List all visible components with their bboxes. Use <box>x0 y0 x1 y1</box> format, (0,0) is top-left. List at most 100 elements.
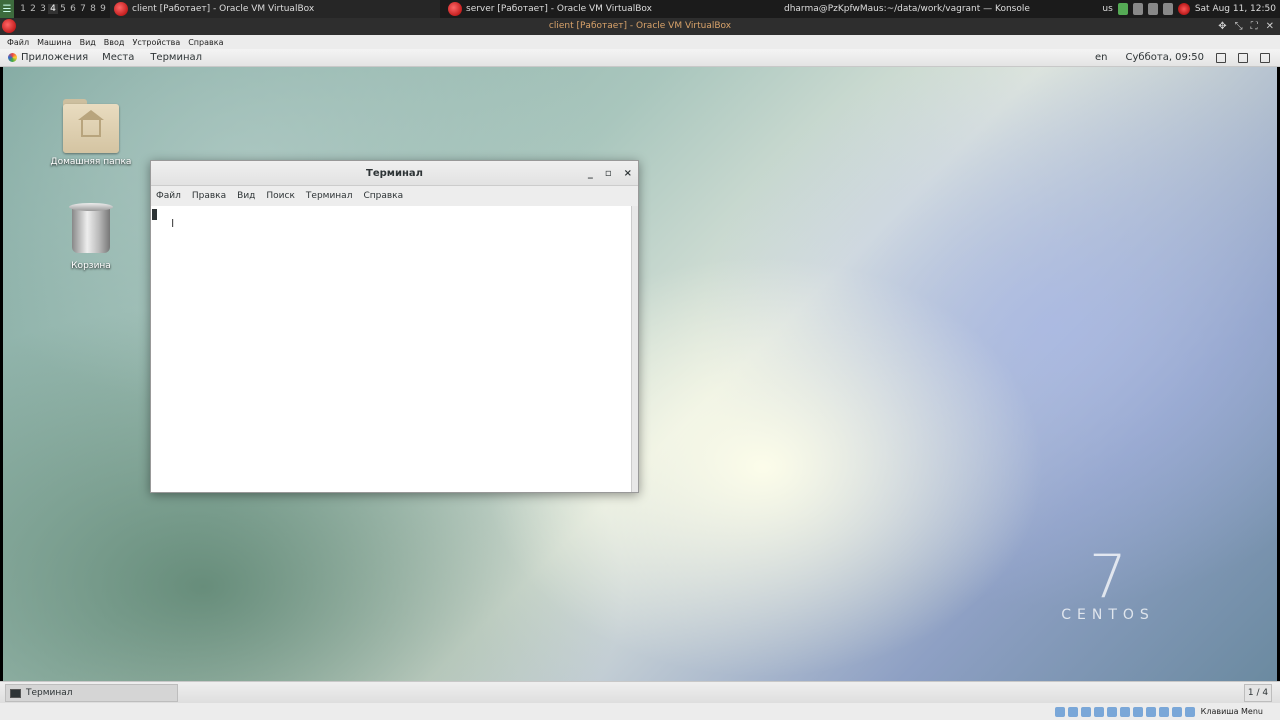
terminal-text-area[interactable]: I <box>151 206 638 492</box>
vbox-menu-file[interactable]: Файл <box>7 38 29 47</box>
host-task-server[interactable]: server [Работает] - Oracle VM VirtualBox <box>444 0 774 18</box>
gnome-clock[interactable]: Суббота, 09:50 <box>1126 52 1204 63</box>
settings-icon[interactable] <box>1162 3 1173 15</box>
gnome-bottom-panel: Терминал 1 / 4 <box>0 681 1280 703</box>
harddisk-icon[interactable] <box>1054 706 1065 717</box>
usb-icon[interactable] <box>1106 706 1117 717</box>
places-menu[interactable]: Места <box>102 52 134 63</box>
record-icon[interactable] <box>1177 3 1190 15</box>
desktop-icon-trash[interactable]: Корзина <box>46 203 136 271</box>
vbox-statusbar: Клавиша Menu <box>0 703 1280 720</box>
applications-label: Приложения <box>21 52 89 63</box>
host-clock[interactable]: Sat Aug 11, 12:50 <box>1195 4 1276 14</box>
workspace-9[interactable]: 9 <box>98 4 108 14</box>
host-task-label: dharma@PzKpfwMaus:~/data/work/vagrant — … <box>784 4 1030 14</box>
workspace-1[interactable]: 1 <box>18 4 28 14</box>
bluetooth-icon[interactable] <box>1147 3 1158 15</box>
gnome-foot-icon <box>8 53 17 62</box>
input-language[interactable]: en <box>1095 52 1108 63</box>
terminal-menubar: Файл Правка Вид Поиск Терминал Справка <box>151 186 638 206</box>
pin-icon[interactable]: ✥ <box>1218 18 1226 35</box>
terminal-scrollbar[interactable] <box>631 206 638 492</box>
network-icon[interactable] <box>1132 3 1143 15</box>
host-task-label: client [Работает] - Oracle VM VirtualBox <box>132 4 315 14</box>
terminal-cursor <box>152 209 157 220</box>
terminal-menu-file[interactable]: Файл <box>156 191 181 201</box>
terminal-menu-view[interactable]: Вид <box>237 191 255 201</box>
centos-logo: 7 CENTOS <box>1053 547 1163 623</box>
volume-icon[interactable] <box>1238 52 1248 63</box>
vbox-menu-machine[interactable]: Машина <box>37 38 71 47</box>
workspace-indicator[interactable]: 1 / 4 <box>1244 684 1272 702</box>
close-icon[interactable]: ✕ <box>1266 18 1274 35</box>
vbox-menu-view[interactable]: Вид <box>80 38 96 47</box>
terminal-titlebar[interactable]: Терминал _ ▫ × <box>151 161 638 186</box>
mouse-integration-icon[interactable] <box>1171 706 1182 717</box>
host-menu-icon[interactable]: ☰ <box>0 0 14 18</box>
host-key-label: Клавиша Menu <box>1200 707 1263 716</box>
centos-logo-number: 7 <box>1088 542 1128 612</box>
home-folder-icon <box>63 99 119 153</box>
maximize-icon[interactable]: ⛶ <box>1251 18 1258 35</box>
workspace-7[interactable]: 7 <box>78 4 88 14</box>
desktop-icon-home[interactable]: Домашняя папка <box>46 99 136 167</box>
vbox-menu-input[interactable]: Ввод <box>104 38 125 47</box>
workspace-3[interactable]: 3 <box>38 4 48 14</box>
host-taskbar: ☰ 1 2 3 4 5 6 7 8 9 client [Работает] - … <box>0 0 1280 18</box>
desktop-icon-label: Корзина <box>71 261 111 271</box>
workspace-8[interactable]: 8 <box>88 4 98 14</box>
vbox-menu-help[interactable]: Справка <box>188 38 223 47</box>
window-list-label: Терминал <box>26 688 73 698</box>
terminal-menu-terminal[interactable]: Терминал <box>306 191 353 201</box>
close-button[interactable]: × <box>624 161 632 186</box>
terminal-menu-help[interactable]: Справка <box>363 191 403 201</box>
terminal-menu-search[interactable]: Поиск <box>266 191 295 201</box>
virtualbox-icon <box>448 2 462 16</box>
vbox-window-titlebar: client [Работает] - Oracle VM VirtualBox… <box>0 18 1280 35</box>
battery-icon[interactable] <box>1117 3 1128 15</box>
text-cursor-icon: I <box>171 217 175 230</box>
maximize-button[interactable]: ▫ <box>605 161 612 186</box>
centos-logo-name: CENTOS <box>1061 607 1155 623</box>
vbox-menubar: Файл Машина Вид Ввод Устройства Справка <box>0 35 1280 49</box>
virtualbox-icon <box>114 2 128 16</box>
terminal-app-menu[interactable]: Терминал <box>150 52 202 63</box>
vbox-window-controls: ✥ ⤡ ⛶ ✕ <box>1218 18 1274 35</box>
shared-folder-icon[interactable] <box>1119 706 1130 717</box>
audio-icon[interactable] <box>1080 706 1091 717</box>
keyboard-icon[interactable] <box>1184 706 1195 717</box>
workspace-switcher: 1 2 3 4 5 6 7 8 9 <box>18 4 108 14</box>
terminal-title: Терминал <box>366 168 423 179</box>
host-system-tray: us Sat Aug 11, 12:50 <box>1102 0 1280 18</box>
vbox-window-title: client [Работает] - Oracle VM VirtualBox <box>548 21 732 31</box>
trash-icon <box>69 203 113 255</box>
network-icon[interactable] <box>1216 52 1226 63</box>
display-icon[interactable] <box>1132 706 1143 717</box>
workspace-6[interactable]: 6 <box>68 4 78 14</box>
workspace-2[interactable]: 2 <box>28 4 38 14</box>
terminal-window[interactable]: Терминал _ ▫ × Файл Правка Вид Поиск Тер… <box>150 160 639 493</box>
network-adapter-icon[interactable] <box>1093 706 1104 717</box>
host-task-client[interactable]: client [Работает] - Oracle VM VirtualBox <box>110 0 440 18</box>
terminal-icon <box>10 688 21 698</box>
applications-menu[interactable]: Приложения <box>8 52 88 63</box>
host-task-label: server [Работает] - Oracle VM VirtualBox <box>466 4 652 14</box>
power-icon[interactable] <box>1260 52 1270 63</box>
keyboard-layout[interactable]: us <box>1102 4 1112 14</box>
cpu-icon[interactable] <box>1158 706 1169 717</box>
workspace-5[interactable]: 5 <box>58 4 68 14</box>
workspace-4[interactable]: 4 <box>48 4 58 14</box>
optical-drive-icon[interactable] <box>1067 706 1078 717</box>
video-capture-icon[interactable] <box>1145 706 1156 717</box>
virtualbox-icon <box>2 19 16 33</box>
restore-icon[interactable]: ⤡ <box>1235 18 1243 35</box>
host-task-konsole[interactable]: dharma@PzKpfwMaus:~/data/work/vagrant — … <box>780 0 1100 18</box>
window-list-item-terminal[interactable]: Терминал <box>5 684 178 702</box>
terminal-window-controls: _ ▫ × <box>588 161 632 186</box>
terminal-menu-edit[interactable]: Правка <box>192 191 226 201</box>
vbox-menu-devices[interactable]: Устройства <box>132 38 180 47</box>
gnome-status-area: en Суббота, 09:50 <box>1095 52 1270 63</box>
gnome-top-panel: Приложения Места Терминал en Суббота, 09… <box>0 49 1280 67</box>
minimize-button[interactable]: _ <box>588 161 593 186</box>
desktop-icon-label: Домашняя папка <box>50 157 132 167</box>
